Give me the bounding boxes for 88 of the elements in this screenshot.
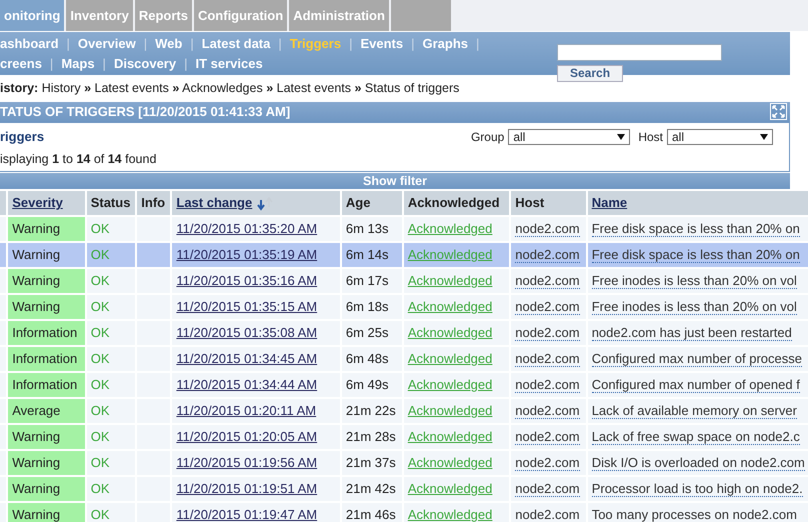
menu-separator: | xyxy=(183,55,188,74)
menu-separator: | xyxy=(410,35,416,54)
column-header: Host xyxy=(515,195,544,210)
age-cell: 21m 37s xyxy=(342,451,402,475)
age-cell: 6m 13s xyxy=(342,217,402,241)
table-row[interactable]: Warning OK 11/20/2015 01:19:47 AM 21m 46s Acknowledged node2.com Too many processes on node2.com xyxy=(0,503,808,522)
caret-icon xyxy=(617,134,626,140)
breadcrumb-separator: » xyxy=(172,81,180,95)
search-field[interactable] xyxy=(557,44,722,61)
age-cell: 21m 22s xyxy=(342,399,402,423)
status-text: OK xyxy=(90,403,110,418)
age-cell: 6m 17s xyxy=(342,269,402,293)
column-header: Info xyxy=(141,195,166,210)
breadcrumb-link[interactable]: History xyxy=(42,81,81,95)
menu-separator: | xyxy=(348,35,354,54)
status-text: OK xyxy=(90,455,110,470)
status-text: OK xyxy=(90,377,110,392)
severity-cell: Information xyxy=(8,373,85,397)
status-text: OK xyxy=(90,221,110,236)
table-row[interactable]: Information OK 11/20/2015 01:34:45 AM 6m 48s Acknowledged node2.com Configured max number of processe xyxy=(0,347,808,371)
status-text: OK xyxy=(90,481,110,496)
status-text: OK xyxy=(90,299,110,314)
column-sort-link[interactable]: Name xyxy=(592,195,628,210)
status-text: OK xyxy=(90,273,110,288)
breadcrumb-label: istory: xyxy=(0,81,38,95)
menu-separator: | xyxy=(277,35,283,54)
host-label: Host xyxy=(638,128,663,146)
age-cell: 6m 48s xyxy=(342,347,402,371)
group-label: Group xyxy=(470,128,504,146)
age-cell: 6m 49s xyxy=(342,373,402,397)
table-row[interactable]: Warning OK 11/20/2015 01:35:19 AM 6m 14s Acknowledged node2.com Free disk space is less than 20% on xyxy=(0,243,808,267)
severity-cell: Warning xyxy=(8,451,85,475)
age-cell: 21m 46s xyxy=(342,503,402,522)
breadcrumb-separator: » xyxy=(266,81,274,95)
menu-separator: | xyxy=(189,35,195,54)
severity-cell: Information xyxy=(8,321,85,345)
severity-cell: Warning xyxy=(8,425,85,449)
status-text: OK xyxy=(90,429,110,444)
menu-separator: | xyxy=(48,55,54,74)
tab-bar-filler xyxy=(390,0,451,31)
age-cell: 6m 25s xyxy=(342,321,402,345)
breadcrumb-separator: » xyxy=(354,81,362,95)
severity-cell: Average xyxy=(8,399,85,423)
severity-cell: Warning xyxy=(8,269,85,293)
menu-separator: | xyxy=(142,35,148,54)
result-summary: isplaying 1 to 14 of 14 found xyxy=(0,151,158,168)
table-row[interactable]: Warning OK 11/20/2015 01:19:56 AM 21m 37s Acknowledged node2.com Disk I/O is overloaded on node2.com xyxy=(0,451,808,475)
age-cell: 21m 42s xyxy=(342,477,402,501)
breadcrumb-separator: » xyxy=(84,81,92,95)
status-text: OK xyxy=(90,351,110,366)
column-header: Status xyxy=(90,195,130,210)
group-select[interactable]: all xyxy=(508,128,630,144)
column-header: Age xyxy=(346,195,370,210)
status-text: OK xyxy=(90,507,110,522)
table-row[interactable]: Warning OK 11/20/2015 01:20:05 AM 21m 28s Acknowledged node2.com Lack of free swap space on node2.c xyxy=(0,425,808,449)
section-title: TATUS OF TRIGGERS [11/20/2015 01:41:33 AM] xyxy=(0,103,290,121)
host-select[interactable]: all xyxy=(667,128,773,144)
status-text: OK xyxy=(90,325,110,340)
breadcrumb-link[interactable]: Acknowledges xyxy=(182,81,263,95)
severity-cell: Warning xyxy=(8,477,85,501)
table-row[interactable]: Warning OK 11/20/2015 01:35:16 AM 6m 17s Acknowledged node2.com Free inodes is less than 20% on vol xyxy=(0,269,808,293)
severity-cell: Warning xyxy=(8,217,85,241)
status-text: OK xyxy=(90,247,110,262)
search-button[interactable]: Search xyxy=(557,65,624,82)
age-cell: 6m 18s xyxy=(342,295,402,319)
caret-icon xyxy=(760,134,768,140)
breadcrumb-link[interactable]: Status of triggers xyxy=(364,81,460,95)
severity-cell: Information xyxy=(8,347,85,371)
table-row[interactable]: Warning OK 11/20/2015 01:35:15 AM 6m 18s Acknowledged node2.com Free inodes is less than 20% on vol xyxy=(0,295,808,319)
menu-separator: | xyxy=(102,55,107,74)
breadcrumb-link[interactable]: Latest events xyxy=(276,81,351,95)
age-cell: 6m 14s xyxy=(342,243,402,267)
table-row[interactable]: Warning OK 11/20/2015 01:35:20 AM 6m 13s Acknowledged node2.com Free disk space is less than 20% on xyxy=(0,217,808,241)
column-header: Acknowledged xyxy=(408,195,500,210)
menu-separator: | xyxy=(475,35,480,54)
menu-separator: | xyxy=(66,35,71,54)
fullscreen-icon[interactable] xyxy=(770,103,787,120)
table-row[interactable]: Information OK 11/20/2015 01:35:08 AM 6m 25s Acknowledged node2.com node2.com has just been restarted xyxy=(0,321,808,345)
severity-cell: Warning xyxy=(8,243,85,267)
table-row[interactable]: Information OK 11/20/2015 01:34:44 AM 6m 49s Acknowledged node2.com Configured max number of opened f xyxy=(0,373,808,397)
table-row[interactable]: Warning OK 11/20/2015 01:19:51 AM 21m 42s Acknowledged node2.com Processor load is too high on node2. xyxy=(0,477,808,501)
age-cell: 21m 28s xyxy=(342,425,402,449)
sort-arrows-icon[interactable] xyxy=(256,196,274,211)
severity-cell: Warning xyxy=(8,295,85,319)
breadcrumb-link[interactable]: Latest events xyxy=(94,81,169,95)
filter-heading: riggers xyxy=(0,128,44,146)
table-row[interactable]: Average OK 11/20/2015 01:20:11 AM 21m 22s Acknowledged node2.com Lack of available memory on server xyxy=(0,399,808,423)
severity-cell: Warning xyxy=(8,503,85,522)
